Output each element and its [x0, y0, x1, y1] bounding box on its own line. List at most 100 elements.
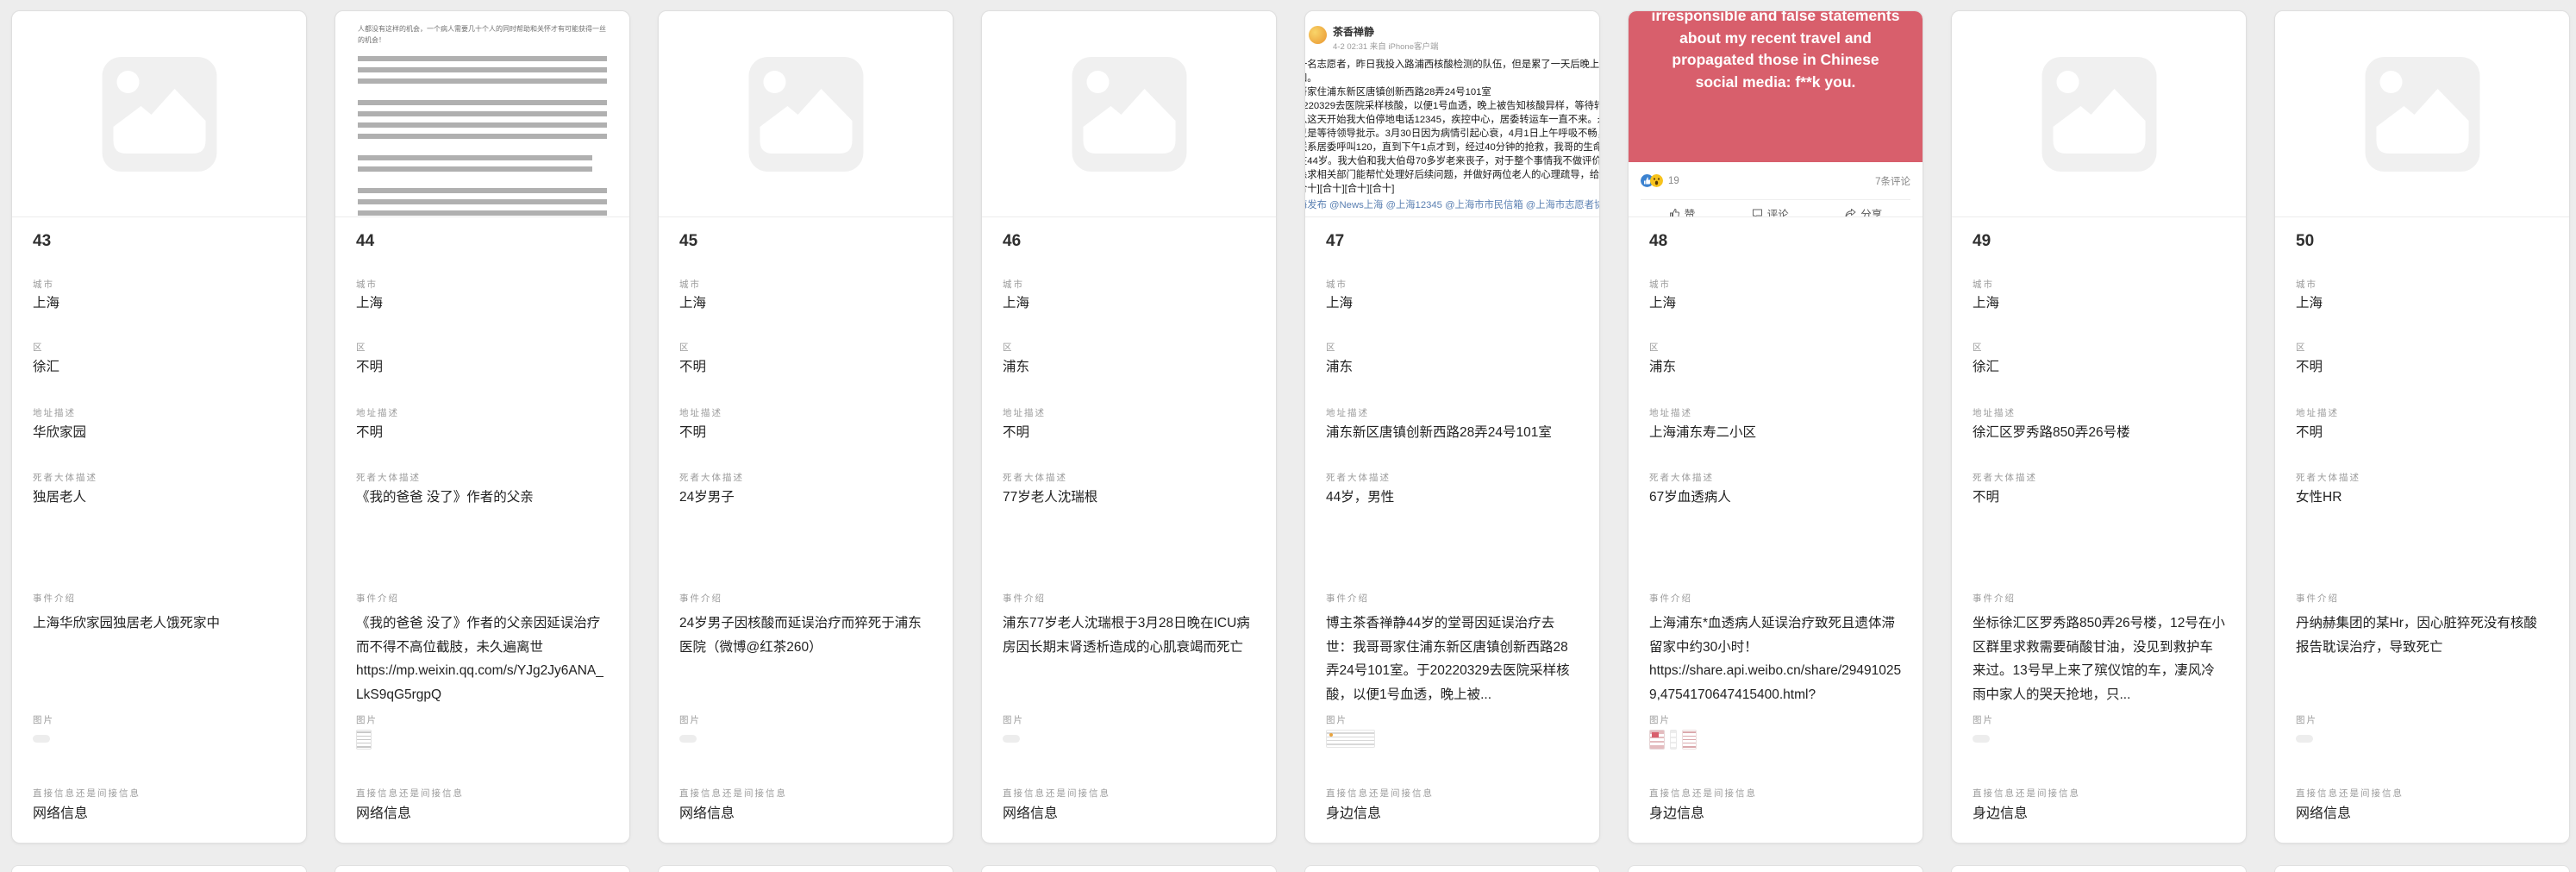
case-card[interactable]: 45 城市 上海 区 不明 地址描述 不明 死者大体描述 24岁男子 事件介绍 …	[658, 10, 953, 844]
weibo-username: 茶香禅静	[1333, 24, 1374, 39]
field-label-city: 城市	[1003, 278, 1255, 291]
field-label-image: 图片	[1003, 713, 1255, 726]
field-value-district: 徐汇	[33, 358, 285, 376]
field-value-address: 不明	[679, 423, 932, 442]
field-value-event: 上海华欣家园独居老人饿死家中	[33, 612, 285, 636]
field-value-city: 上海	[1973, 294, 2225, 312]
like-icon	[1669, 208, 1680, 217]
image-thumbnail[interactable]	[1682, 730, 1697, 750]
field-label-event: 事件介绍	[1326, 592, 1579, 605]
blurred-text-lines	[358, 155, 592, 178]
case-number: 44	[356, 232, 374, 251]
field-label-address: 地址描述	[1973, 406, 2225, 419]
photo-placeholder-icon	[2041, 57, 2156, 172]
field-label-image: 图片	[679, 713, 932, 726]
field-value-address: 徐汇区罗秀路850弄26号楼	[1973, 423, 2225, 442]
field-value-event: 博主茶香禅静44岁的堂哥因延误治疗去世：我哥哥家住浦东新区唐镇创新西路28弄24…	[1326, 612, 1579, 706]
field-label-city: 城市	[2296, 278, 2548, 291]
post-action-bar: 赞 评论 分享	[1641, 199, 1910, 217]
field-label-source-type: 直接信息还是间接信息	[1649, 787, 1902, 800]
field-label-address: 地址描述	[356, 406, 609, 419]
card-cover: irresponsible and false statements about…	[1629, 11, 1923, 217]
field-label-source-type: 直接信息还是间接信息	[679, 787, 932, 800]
next-row-card[interactable]	[335, 865, 630, 872]
field-label-district: 区	[1326, 341, 1579, 354]
case-number: 46	[1003, 232, 1021, 251]
field-value-deceased: 24岁男子	[679, 488, 932, 506]
field-label-image: 图片	[1649, 713, 1902, 726]
next-row-card[interactable]	[1304, 865, 1600, 872]
field-label-source-type: 直接信息还是间接信息	[1973, 787, 2225, 800]
image-thumbnail[interactable]	[1649, 730, 1665, 750]
statement-image: irresponsible and false statements about…	[1629, 11, 1923, 162]
image-thumbnail[interactable]	[1326, 730, 1375, 748]
field-value-district: 不明	[2296, 358, 2548, 376]
article-text-fragment: 人都没有这样的机会，一个病人需要几十个人的同时帮助和关怀才有可能获得一丝的机会！	[358, 23, 607, 46]
field-value-deceased: 女性HR	[2296, 488, 2548, 506]
image-thumbnail[interactable]	[1003, 735, 1020, 743]
card-cover: 人都没有这样的机会，一个病人需要几十个人的同时帮助和关怀才有可能获得一丝的机会！	[335, 11, 629, 217]
field-value-event: 上海浦东*血透病人延误治疗致死且遗体滞留家中约30小时！ https://sha…	[1649, 612, 1902, 706]
field-value-city: 上海	[33, 294, 285, 312]
case-number: 45	[679, 232, 697, 251]
case-card[interactable]: 49 城市 上海 区 徐汇 地址描述 徐汇区罗秀路850弄26号楼 死者大体描述…	[1951, 10, 2247, 844]
image-thumbnail[interactable]	[356, 730, 372, 750]
card-cover	[982, 11, 1276, 217]
case-number: 49	[1973, 232, 1991, 251]
field-label-address: 地址描述	[2296, 406, 2548, 419]
case-number: 47	[1326, 232, 1344, 251]
case-card[interactable]: 46 城市 上海 区 浦东 地址描述 不明 死者大体描述 77岁老人沈瑞根 事件…	[981, 10, 1277, 844]
case-card[interactable]: 人都没有这样的机会，一个病人需要几十个人的同时帮助和关怀才有可能获得一丝的机会！…	[335, 10, 630, 844]
image-thumbnail[interactable]	[33, 735, 50, 743]
field-value-city: 上海	[1649, 294, 1902, 312]
weibo-mentions: 海发布 @News上海 @上海12345 @上海市市民信箱 @上海市志愿者协会	[1305, 198, 1599, 211]
case-card[interactable]: 茶香禅静 4-2 02:31 来自 iPhone客户端 一名志愿者，昨日我投入路…	[1304, 10, 1600, 844]
case-number: 50	[2296, 232, 2314, 251]
field-label-image: 图片	[2296, 713, 2548, 726]
wow-face-reaction-icon	[1650, 174, 1663, 187]
next-row-card[interactable]	[1628, 865, 1923, 872]
comment-button[interactable]: 评论	[1752, 205, 1789, 217]
card-cover	[659, 11, 953, 217]
field-value-district: 浦东	[1003, 358, 1255, 376]
case-card[interactable]: irresponsible and false statements about…	[1628, 10, 1923, 844]
share-icon	[1845, 208, 1856, 217]
field-label-district: 区	[1973, 341, 2225, 354]
field-label-event: 事件介绍	[33, 592, 285, 605]
field-value-deceased: 《我的爸爸 没了》作者的父亲	[356, 488, 609, 506]
next-row-card[interactable]	[1951, 865, 2247, 872]
field-value-city: 上海	[679, 294, 932, 312]
field-label-deceased: 死者大体描述	[1003, 471, 1255, 484]
field-value-deceased: 67岁血透病人	[1649, 488, 1902, 506]
field-label-deceased: 死者大体描述	[33, 471, 285, 484]
next-row-card[interactable]	[981, 865, 1277, 872]
image-thumbnail[interactable]	[1973, 735, 1990, 743]
image-thumbnail[interactable]	[1670, 730, 1677, 750]
photo-placeholder-icon	[748, 57, 863, 172]
field-label-city: 城市	[1973, 278, 2225, 291]
field-value-deceased: 44岁，男性	[1326, 488, 1579, 506]
image-thumbnail[interactable]	[2296, 735, 2313, 743]
field-label-address: 地址描述	[1649, 406, 1902, 419]
image-thumbnail[interactable]	[679, 735, 697, 743]
field-value-event: 坐标徐汇区罗秀路850弄26号楼，12号在小区群里求救需要硝酸甘油，没见到救护车…	[1973, 612, 2225, 706]
photo-placeholder-icon	[1072, 57, 1186, 172]
card-cover	[1952, 11, 2246, 217]
field-label-district: 区	[356, 341, 609, 354]
share-button[interactable]: 分享	[1845, 205, 1882, 217]
field-value-district: 浦东	[1326, 358, 1579, 376]
case-card[interactable]: 50 城市 上海 区 不明 地址描述 不明 死者大体描述 女性HR 事件介绍 丹…	[2274, 10, 2570, 844]
next-row-card[interactable]	[658, 865, 953, 872]
reaction-count: 19	[1668, 176, 1679, 186]
field-value-source-type: 网络信息	[1003, 805, 1255, 823]
field-label-deceased: 死者大体描述	[356, 471, 609, 484]
next-row-card[interactable]	[2274, 865, 2570, 872]
field-value-deceased: 独居老人	[33, 488, 285, 506]
field-value-city: 上海	[1003, 294, 1255, 312]
case-card[interactable]: 43 城市 上海 区 徐汇 地址描述 华欣家园 死者大体描述 独居老人 事件介绍…	[11, 10, 307, 844]
field-label-district: 区	[679, 341, 932, 354]
next-row-card[interactable]	[11, 865, 307, 872]
field-label-event: 事件介绍	[2296, 592, 2548, 605]
like-button[interactable]: 赞	[1669, 205, 1696, 217]
field-label-deceased: 死者大体描述	[679, 471, 932, 484]
